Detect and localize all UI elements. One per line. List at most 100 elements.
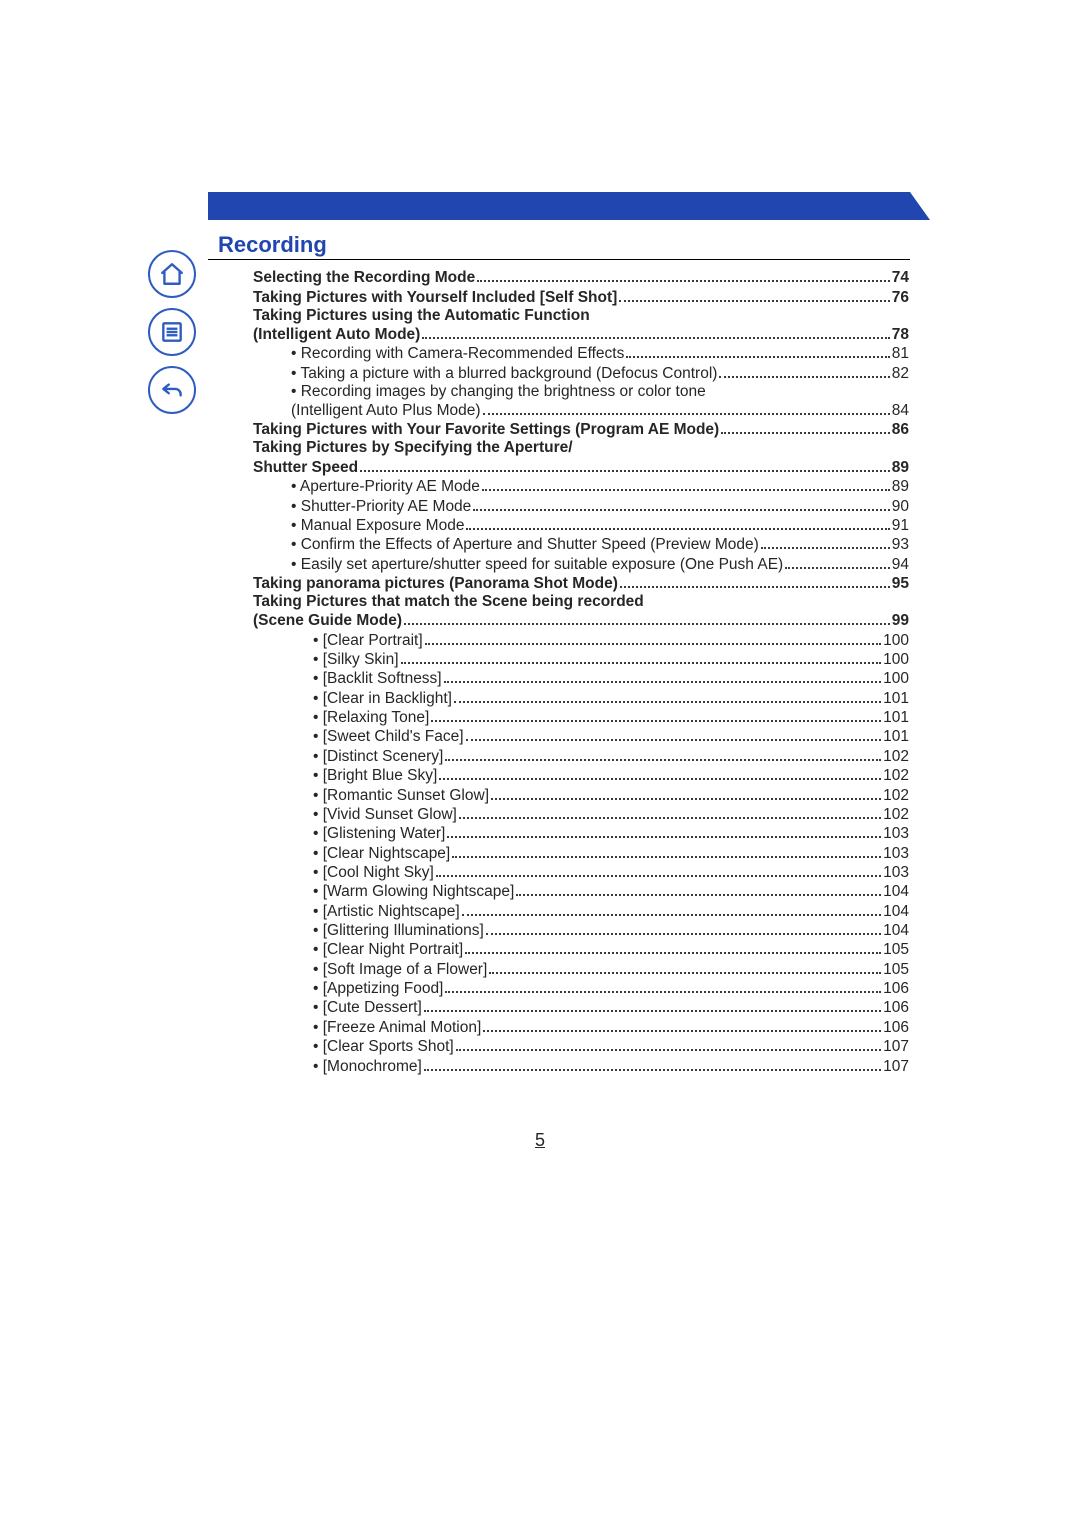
toc-entry[interactable]: (Intelligent Auto Mode)78 (253, 325, 909, 344)
back-icon[interactable] (148, 366, 196, 414)
toc-entry[interactable]: Selecting the Recording Mode74 (253, 268, 909, 287)
toc-entry[interactable]: • [Romantic Sunset Glow]102 (253, 785, 909, 804)
toc-leader (619, 287, 889, 301)
toc-leader (360, 457, 890, 471)
toc-entry[interactable]: • Aperture-Priority AE Mode 89 (253, 477, 909, 496)
toc-entry[interactable]: • [Clear Sports Shot] 107 (253, 1037, 909, 1056)
toc-entry[interactable]: Taking Pictures that match the Scene bei… (253, 593, 909, 611)
toc-entry[interactable]: (Intelligent Auto Plus Mode)84 (253, 401, 909, 420)
toc-leader (761, 535, 890, 549)
toc-entry-page: 100 (883, 670, 909, 688)
toc-entry[interactable]: • [Freeze Animal Motion]106 (253, 1017, 909, 1036)
toc-entry-page: 101 (883, 690, 909, 708)
toc-entry-label: • [Sweet Child's Face] (313, 728, 464, 746)
toc-entry-page: 107 (883, 1038, 909, 1056)
toc-entry-label: • [Distinct Scenery] (313, 748, 443, 766)
toc-entry-page: 94 (892, 556, 909, 574)
toc-entry[interactable]: • Manual Exposure Mode91 (253, 516, 909, 535)
toc-entry-label: Taking panorama pictures (Panorama Shot … (253, 575, 618, 593)
toc-entry-page: 89 (892, 478, 909, 496)
toc-leader (473, 496, 889, 510)
toc-entry-page: 105 (883, 941, 909, 959)
toc-entry[interactable]: • [Clear in Backlight]101 (253, 688, 909, 707)
home-icon[interactable] (148, 250, 196, 298)
toc-leader (436, 863, 881, 877)
toc-entry[interactable]: • Easily set aperture/shutter speed for … (253, 554, 909, 573)
toc-entry-label: (Intelligent Auto Mode) (253, 326, 420, 344)
toc-entry-page: 99 (892, 612, 909, 630)
toc-entry-page: 100 (883, 651, 909, 669)
toc-entry[interactable]: • Recording images by changing the brigh… (253, 383, 909, 401)
toc-entry[interactable]: • [Sweet Child's Face] 101 (253, 727, 909, 746)
toc-entry-page: 103 (883, 825, 909, 843)
toc-entry[interactable]: • [Vivid Sunset Glow]102 (253, 805, 909, 824)
toc-entry[interactable]: Taking Pictures using the Automatic Func… (253, 307, 909, 325)
toc-entry[interactable]: • [Distinct Scenery]102 (253, 746, 909, 765)
toc-leader (452, 843, 881, 857)
toc-entry-page: 102 (883, 787, 909, 805)
toc-entry-label: • [Soft Image of a Flower] (313, 961, 487, 979)
toc-leader (462, 901, 881, 915)
toc-entry-label: • [Clear Portrait] (313, 632, 423, 650)
toc-entry-page: 81 (892, 345, 909, 363)
toc-entry[interactable]: Taking Pictures with Your Favorite Setti… (253, 420, 909, 439)
toc-entry-page: 89 (892, 459, 909, 477)
toc-entry[interactable]: • Shutter-Priority AE Mode90 (253, 496, 909, 515)
toc-leader (466, 516, 889, 530)
toc-entry[interactable]: • [Backlit Softness]100 (253, 669, 909, 688)
toc-entry[interactable]: Taking panorama pictures (Panorama Shot … (253, 574, 909, 593)
toc-leader (465, 940, 881, 954)
toc-leader (401, 650, 882, 664)
toc-entry[interactable]: • [Soft Image of a Flower]105 (253, 959, 909, 978)
toc-entry[interactable]: • [Appetizing Food]106 (253, 979, 909, 998)
toc-entry[interactable]: • [Bright Blue Sky]102 (253, 766, 909, 785)
toc-entry-label: • Confirm the Effects of Aperture and Sh… (291, 536, 759, 554)
toc-leader (445, 979, 881, 993)
toc-entry[interactable]: (Scene Guide Mode)99 (253, 611, 909, 630)
toc-entry[interactable]: • [Clear Nightscape]103 (253, 843, 909, 862)
toc-entry-label: • [Bright Blue Sky] (313, 767, 437, 785)
toc-entry-page: 82 (892, 365, 909, 383)
toc-entry-page: 104 (883, 903, 909, 921)
toc-entry[interactable]: • [Artistic Nightscape] 104 (253, 901, 909, 920)
toc-entry-page: 107 (883, 1058, 909, 1076)
toc-entry[interactable]: • Taking a picture with a blurred backgr… (253, 363, 909, 382)
toc-entry-page: 101 (883, 728, 909, 746)
page-number: 5 (0, 1130, 1080, 1151)
toc-entry[interactable]: • [Relaxing Tone]101 (253, 708, 909, 727)
toc-entry[interactable]: • [Monochrome]107 (253, 1056, 909, 1075)
toc-entry-label: • [Clear Sports Shot] (313, 1038, 454, 1056)
toc-entry-label: Shutter Speed (253, 459, 358, 477)
toc-entry-label: • [Clear Night Portrait] (313, 941, 463, 959)
toc-entry[interactable]: • [Cute Dessert]106 (253, 998, 909, 1017)
toc-entry[interactable]: • [Warm Glowing Nightscape]104 (253, 882, 909, 901)
toc-entry[interactable]: Taking Pictures with Yourself Included [… (253, 287, 909, 306)
toc-entry[interactable]: • [Silky Skin]100 (253, 650, 909, 669)
toc-leader (719, 363, 889, 377)
toc-leader (439, 766, 881, 780)
toc-entry[interactable]: • [Glittering Illuminations]104 (253, 921, 909, 940)
toc-entry-label: • [Artistic Nightscape] (313, 903, 460, 921)
toc-entry[interactable]: • Recording with Camera-Recommended Effe… (253, 344, 909, 363)
toc-entry[interactable]: • [Cool Night Sky]103 (253, 863, 909, 882)
toc-entry-label: • [Cute Dessert] (313, 999, 422, 1017)
toc-entry-label: Taking Pictures using the Automatic Func… (253, 307, 590, 325)
section-header-bar (208, 192, 910, 220)
toc-entry-label: • [Glistening Water] (313, 825, 445, 843)
toc-entry[interactable]: • [Glistening Water] 103 (253, 824, 909, 843)
toc-entry[interactable]: Shutter Speed 89 (253, 457, 909, 476)
toc-entry[interactable]: • [Clear Portrait]100 (253, 630, 909, 649)
toc-entry-label: • Aperture-Priority AE Mode (291, 478, 480, 496)
toc-entry-label: Taking Pictures by Specifying the Apertu… (253, 439, 573, 457)
toc-leader (620, 574, 890, 588)
toc-icon[interactable] (148, 308, 196, 356)
toc-leader (785, 554, 890, 568)
toc-entry-label: • Recording with Camera-Recommended Effe… (291, 345, 624, 363)
toc-entry[interactable]: • [Clear Night Portrait] 105 (253, 940, 909, 959)
toc-entry-page: 104 (883, 922, 909, 940)
toc-entry-label: Taking Pictures that match the Scene bei… (253, 593, 644, 611)
toc-leader (626, 344, 889, 358)
toc-entry[interactable]: Taking Pictures by Specifying the Apertu… (253, 439, 909, 457)
toc-entry[interactable]: • Confirm the Effects of Aperture and Sh… (253, 535, 909, 554)
toc-entry-label: Taking Pictures with Your Favorite Setti… (253, 421, 719, 439)
